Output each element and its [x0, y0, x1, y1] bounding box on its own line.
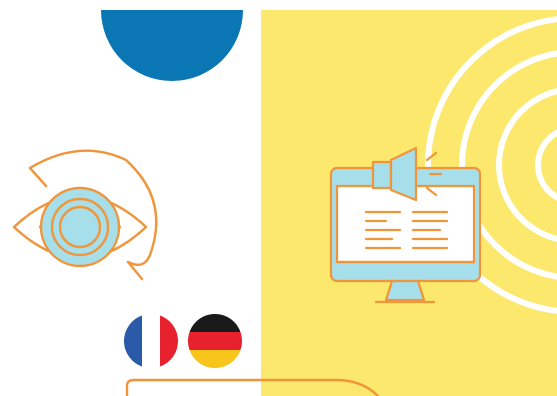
france-flag-icon: [124, 314, 178, 368]
illustration-canvas: [0, 0, 557, 396]
monitor-megaphone-icon: [329, 146, 482, 304]
eye-icon: [12, 149, 158, 281]
illustration-svg: [12, 10, 557, 396]
blue-half-circle-icon: [101, 10, 243, 81]
germany-flag-icon: [188, 314, 242, 368]
